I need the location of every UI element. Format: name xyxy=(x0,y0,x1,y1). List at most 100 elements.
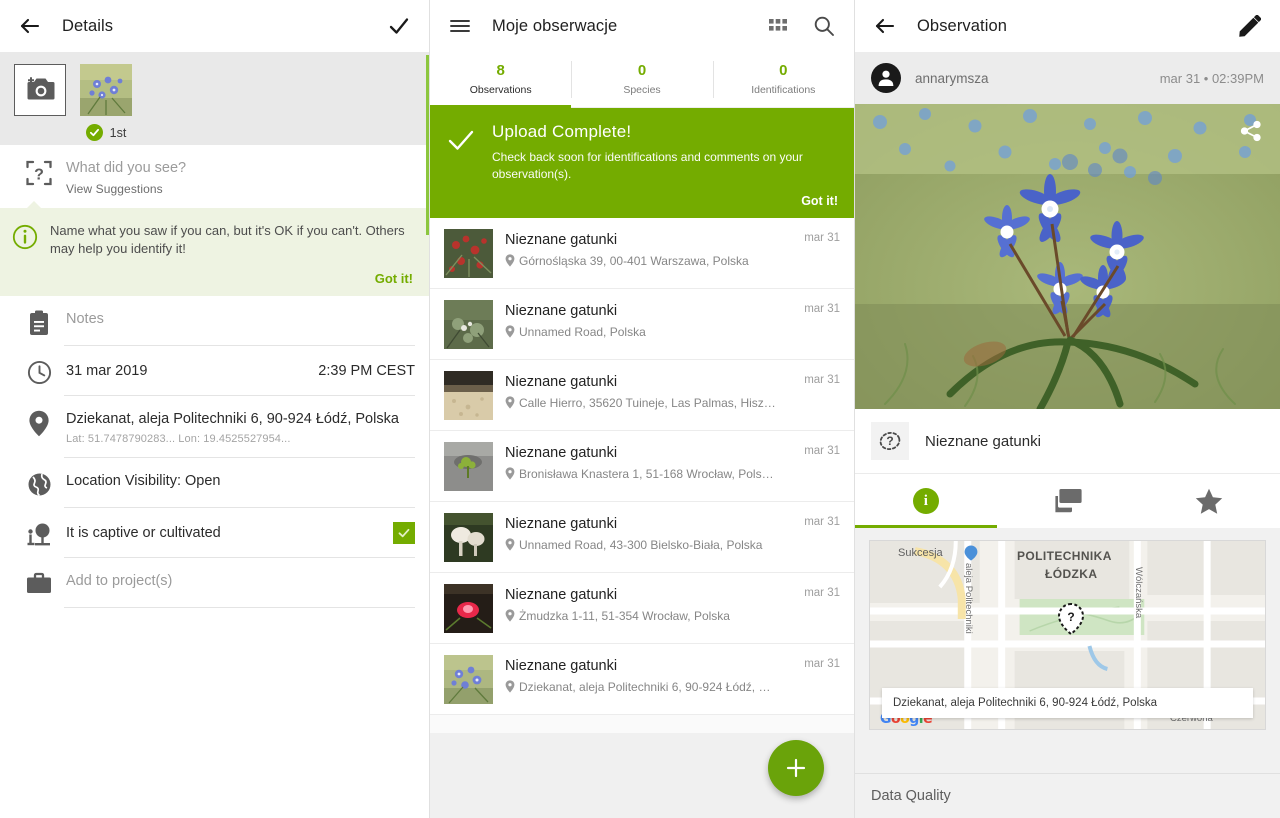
observations-appbar: Moje obserwacje xyxy=(430,0,854,52)
photo-strip: 1st xyxy=(0,52,429,145)
observation-thumbnail[interactable] xyxy=(80,64,132,116)
add-observation-fab[interactable] xyxy=(768,740,824,796)
list-item-date: mar 31 xyxy=(804,515,840,528)
list-item-date: mar 31 xyxy=(804,373,840,386)
grid-view-icon[interactable] xyxy=(764,12,792,40)
location-row[interactable]: Dziekanat, aleja Politechniki 6, 90-924 … xyxy=(0,396,429,458)
avatar[interactable] xyxy=(871,63,901,93)
list-item-name: Nieznane gatunki xyxy=(505,302,618,319)
datetime-row[interactable]: 31 mar 2019 2:39 PM CEST xyxy=(0,346,429,397)
observer-name[interactable]: annarymsza xyxy=(915,71,1146,86)
list-item-date: mar 31 xyxy=(804,231,840,244)
list-item-thumbnail xyxy=(444,370,493,420)
list-item-thumbnail xyxy=(444,299,493,349)
back-arrow-icon[interactable] xyxy=(16,12,44,40)
check-circle-icon xyxy=(85,124,103,141)
list-item-location-text: Unnamed Road, Polska xyxy=(519,324,646,339)
info-banner-dismiss[interactable]: Got it! xyxy=(50,271,413,286)
stat-label: Species xyxy=(623,83,661,96)
check-confirm-icon[interactable] xyxy=(385,12,413,40)
list-item[interactable]: Nieznane gatunki Unnamed Road, 43-300 Bi… xyxy=(430,501,854,573)
list-item[interactable]: Nieznane gatunki Dziekanat, aleja Polite… xyxy=(430,643,854,715)
list-item-location-text: Calle Hierro, 35620 Tuineje, Las Palmas,… xyxy=(519,395,776,410)
upload-complete-banner: Upload Complete! Check back soon for ide… xyxy=(430,108,854,218)
map-pin-icon xyxy=(505,467,515,481)
badge-label: 1st xyxy=(109,125,127,140)
observation-time: 2:39 PM CEST xyxy=(318,362,415,379)
details-appbar: Details xyxy=(0,0,429,52)
stat-identifications[interactable]: 0 Identifications xyxy=(712,52,854,107)
list-item-thumbnail xyxy=(444,654,493,704)
list-item-location-text: Bronisława Knastera 1, 51-168 Wrocław, P… xyxy=(519,466,774,481)
captive-row[interactable]: It is captive or cultivated xyxy=(0,507,429,558)
visibility-row[interactable]: Location Visibility: Open xyxy=(0,457,429,508)
svg-text:?: ? xyxy=(34,167,44,184)
map-address-callout: Dziekanat, aleja Politechniki 6, 90-924 … xyxy=(882,688,1253,718)
what-did-you-see-row[interactable]: ? What did you see? View Suggestions xyxy=(0,145,429,208)
what-did-you-see-title: What did you see? xyxy=(66,160,187,176)
tab-comments[interactable] xyxy=(997,474,1139,528)
map-pin-icon xyxy=(505,680,515,694)
unknown-species-icon: ? xyxy=(14,145,64,187)
species-row[interactable]: ? Nieznane gatunki xyxy=(855,409,1280,474)
list-item[interactable]: Nieznane gatunki Żmudzka 1-11, 51-354 Wr… xyxy=(430,572,854,644)
notes-row[interactable]: Notes xyxy=(0,296,429,347)
list-item-main: Nieznane gatunki Górnośląska 39, 00-401 … xyxy=(505,229,792,268)
list-item-location: Calle Hierro, 35620 Tuineje, Las Palmas,… xyxy=(505,396,792,410)
back-arrow-icon[interactable] xyxy=(871,12,899,40)
question-mark-glyph: ? xyxy=(886,434,894,448)
stat-label: Observations xyxy=(469,83,532,96)
upload-banner-dismiss[interactable]: Got it! xyxy=(492,194,838,208)
list-item-main: Nieznane gatunki Dziekanat, aleja Polite… xyxy=(505,655,792,694)
list-item-thumbnail xyxy=(444,441,493,491)
list-item-location: Dziekanat, aleja Politechniki 6, 90-924 … xyxy=(505,680,792,694)
tab-info[interactable]: i xyxy=(855,474,997,528)
data-quality-section[interactable]: Data Quality xyxy=(855,773,1280,818)
clipboard-icon xyxy=(14,296,64,336)
list-item-main: Nieznane gatunki Calle Hierro, 35620 Tui… xyxy=(505,371,792,410)
observation-map[interactable]: Sukcesja POLITECHNIKA ŁÓDZKA aleja Polit… xyxy=(869,540,1266,730)
what-did-you-see-body: What did you see? View Suggestions xyxy=(64,145,415,208)
list-item[interactable]: Nieznane gatunki Unnamed Road, Polska ma… xyxy=(430,288,854,360)
projects-row[interactable]: Add to project(s) xyxy=(0,557,429,608)
stat-value: 0 xyxy=(637,62,647,80)
list-item[interactable]: Nieznane gatunki Calle Hierro, 35620 Tui… xyxy=(430,359,854,431)
list-item[interactable]: Nieznane gatunki Bronisława Knastera 1, … xyxy=(430,430,854,502)
edit-pencil-icon[interactable] xyxy=(1236,12,1264,40)
search-icon[interactable] xyxy=(810,12,838,40)
add-photo-button[interactable] xyxy=(14,64,66,116)
globe-icon xyxy=(14,458,64,497)
list-item[interactable]: Nieznane gatunki Górnośląska 39, 00-401 … xyxy=(430,217,854,289)
identify-info-banner: Name what you saw if you can, but it's O… xyxy=(0,200,429,297)
page-title: Details xyxy=(62,16,114,35)
captive-checkbox[interactable] xyxy=(393,522,415,545)
person-icon xyxy=(878,70,894,86)
hamburger-menu-icon[interactable] xyxy=(446,12,474,40)
stat-observations[interactable]: 8 Observations xyxy=(430,52,572,108)
list-item-location-text: Unnamed Road, 43-300 Bielsko-Biała, Pols… xyxy=(519,537,763,552)
list-item-location: Unnamed Road, Polska xyxy=(505,325,792,339)
observation-timestamp: mar 31 • 02:39PM xyxy=(1159,70,1264,86)
observation-location: Dziekanat, aleja Politechniki 6, 90-924 … xyxy=(66,411,399,428)
projects-placeholder[interactable]: Add to project(s) xyxy=(66,572,415,592)
observation-hero-photo[interactable] xyxy=(855,104,1280,409)
list-item-location-text: Górnośląska 39, 00-401 Warszawa, Polska xyxy=(519,253,749,268)
map-label-sukcesja: Sukcesja xyxy=(898,547,943,559)
captive-body: It is captive or cultivated xyxy=(64,508,415,558)
stat-label: Identifications xyxy=(751,83,816,96)
observer-bar[interactable]: annarymsza mar 31 • 02:39PM xyxy=(855,52,1280,104)
comments-icon xyxy=(1054,489,1082,513)
view-suggestions-label[interactable]: View Suggestions xyxy=(66,182,415,196)
stat-species[interactable]: 0 Species xyxy=(571,52,712,107)
observation-detail-panel: Observation annarymsza mar 31 • 02:39PM xyxy=(855,0,1280,818)
list-item-name: Nieznane gatunki xyxy=(505,515,618,532)
species-name: Nieznane gatunki xyxy=(925,432,1041,450)
list-item-thumbnail xyxy=(444,583,493,633)
datetime-body: 31 mar 2019 2:39 PM CEST xyxy=(64,346,415,397)
tab-faves[interactable] xyxy=(1138,474,1280,528)
scrollbar-left[interactable] xyxy=(426,55,429,235)
stats-bar: 8 Observations 0 Species 0 Identificatio… xyxy=(430,52,854,108)
share-icon[interactable] xyxy=(1240,120,1262,147)
notes-placeholder[interactable]: Notes xyxy=(66,310,415,330)
list-item-location: Unnamed Road, 43-300 Bielsko-Biała, Pols… xyxy=(505,538,792,552)
